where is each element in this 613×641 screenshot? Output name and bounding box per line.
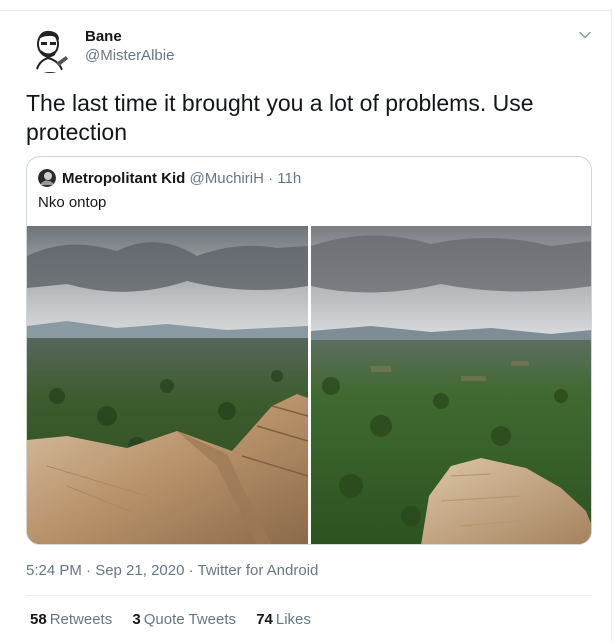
- likes-stat[interactable]: 74 Likes: [256, 611, 311, 628]
- quoted-separator: ·: [268, 170, 274, 187]
- likes-count: 74: [256, 611, 273, 628]
- quoted-header: Metropolitant Kid @MuchiriH · 11h: [62, 170, 301, 187]
- tweet-text: The last time it brought you a lot of pr…: [26, 90, 534, 145]
- author-handle[interactable]: @MisterAlbie: [85, 47, 174, 64]
- author-avatar[interactable]: [26, 25, 74, 73]
- quoted-text: Nko ontop: [38, 194, 107, 211]
- divider: [26, 595, 592, 596]
- quoted-image-2[interactable]: [311, 226, 591, 544]
- retweets-count: 58: [30, 611, 47, 628]
- quote-tweets-count: 3: [132, 611, 141, 628]
- quoted-author-handle[interactable]: @MuchiriH: [190, 170, 264, 187]
- quote-tweets-stat[interactable]: 3 Quote Tweets: [132, 611, 236, 628]
- quoted-tweet[interactable]: Metropolitant Kid @MuchiriH · 11h Nko on…: [26, 156, 592, 545]
- quoted-author-avatar[interactable]: [38, 169, 56, 187]
- chevron-down-icon[interactable]: [578, 28, 592, 42]
- quoted-image-1[interactable]: [27, 226, 308, 544]
- retweets-stat[interactable]: 58 Retweets: [30, 611, 112, 628]
- quoted-age[interactable]: 11h: [277, 170, 301, 187]
- retweets-label: Retweets: [49, 611, 113, 628]
- quoted-author-name[interactable]: Metropolitant Kid: [62, 170, 185, 187]
- author-name[interactable]: Bane: [85, 28, 122, 45]
- tweet-stats: 58 Retweets 3 Quote Tweets 74 Likes: [30, 611, 327, 628]
- tweet-timestamp[interactable]: 5:24 PM · Sep 21, 2020 · Twitter for And…: [26, 562, 318, 579]
- quote-tweets-label: Quote Tweets: [143, 611, 237, 628]
- likes-label: Likes: [275, 611, 311, 628]
